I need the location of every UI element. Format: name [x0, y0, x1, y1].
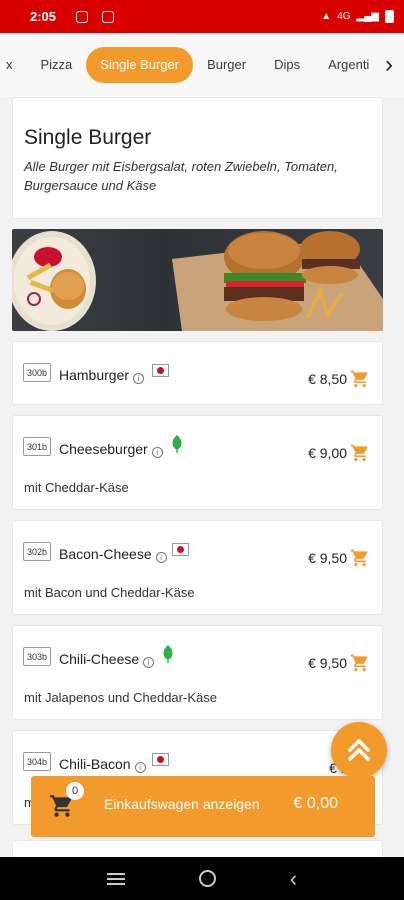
back-icon[interactable]: ‹ [290, 867, 297, 889]
leaf-icon [172, 435, 182, 453]
battery-icon [385, 10, 394, 23]
add-to-cart-icon[interactable] [350, 548, 370, 568]
item-code: 300b [23, 363, 52, 382]
chevron-right-icon[interactable]: › [374, 33, 404, 97]
add-to-cart-icon[interactable] [350, 443, 370, 463]
section-description: Alle Burger mit Eisbergsalat, roten Zwie… [24, 159, 338, 193]
tab-burger[interactable]: Burger [193, 47, 260, 83]
network-type: 4G [337, 11, 351, 22]
cart-total: € 0,00 [293, 795, 338, 812]
japan-flag-icon [172, 543, 189, 556]
menu-item-bacon-cheese[interactable]: 302b Bacon-Cheese i € 9,50 mit Bacon und … [12, 520, 383, 615]
item-code: 304b [23, 752, 52, 771]
home-icon[interactable] [198, 870, 216, 887]
system-nav-bar: ‹ [0, 857, 404, 900]
item-price: € 8,50 [308, 371, 347, 387]
view-cart-button[interactable]: 0 Einkaufswagen anzeigen € 0,00 [31, 776, 375, 837]
double-chevron-up-icon [348, 739, 370, 761]
status-time: 2:05 [30, 9, 57, 24]
signal-icon: ▂▄▆ [356, 11, 379, 22]
item-name: Chili-Cheese i [59, 651, 155, 668]
item-name: Cheeseburger i [59, 441, 163, 458]
item-name: Bacon-Cheese i [59, 546, 167, 563]
tab-pizza[interactable]: Pizza [27, 47, 87, 83]
info-icon[interactable]: i [134, 762, 146, 773]
status-bar: 2:05 ▲ 4G ▂▄▆ [0, 0, 404, 33]
section-title: Single Burger [24, 126, 152, 149]
notification-icon [76, 10, 89, 23]
menu-item-cheeseburger[interactable]: 301b Cheeseburger i € 9,00 mit Cheddar-Kä… [12, 415, 383, 510]
tab-argentinian[interactable]: Argenti [314, 47, 383, 83]
info-icon[interactable]: i [133, 373, 145, 384]
menu-item-hamburger[interactable]: 300b Hamburger i € 8,50 [12, 341, 383, 405]
app-screen: 2:05 ▲ 4G ▂▄▆ x Pizza Single Burger Burg… [0, 0, 404, 900]
tab-category[interactable]: x [0, 47, 27, 83]
menu-item-chili-cheese[interactable]: 303b Chili-Cheese i € 9,50 mit Jalapenos … [12, 625, 383, 720]
leaf-icon [163, 645, 173, 663]
item-code: 302b [23, 542, 52, 561]
item-description: mit Bacon und Cheddar-Käse [24, 585, 195, 600]
cart-count-badge: 0 [66, 782, 84, 800]
item-code: 303b [23, 647, 52, 666]
burger-banner-image [12, 229, 383, 331]
add-to-cart-icon[interactable] [350, 653, 370, 673]
scroll-to-top-button[interactable] [331, 722, 387, 778]
cart-label: Einkaufswagen anzeigen [104, 796, 260, 812]
item-description: mit Cheddar-Käse [24, 480, 129, 495]
add-to-cart-icon[interactable] [350, 369, 370, 389]
wifi-icon: ▲ [321, 11, 332, 22]
tab-dips[interactable]: Dips [260, 47, 314, 83]
info-icon[interactable]: i [155, 552, 167, 563]
item-name: Chili-Bacon i [59, 756, 146, 773]
japan-flag-icon [152, 753, 169, 766]
menu-item-partial[interactable] [12, 840, 383, 857]
recent-apps-icon[interactable] [106, 872, 125, 885]
shield-icon [102, 10, 115, 23]
japan-flag-icon [152, 364, 169, 377]
category-tabs: x Pizza Single Burger Burger Dips Argent… [0, 47, 383, 83]
item-code: 301b [23, 437, 52, 456]
item-price: € 9,00 [308, 445, 347, 461]
category-bar: x Pizza Single Burger Burger Dips Argent… [0, 33, 404, 97]
info-icon[interactable]: i [151, 447, 163, 458]
item-name: Hamburger i [59, 367, 145, 384]
item-price: € 9,50 [308, 655, 347, 671]
section-header: Single Burger Alle Burger mit Eisbergsal… [12, 97, 383, 219]
item-description: mit Jalapenos und Cheddar-Käse [24, 690, 217, 705]
info-icon[interactable]: i [143, 657, 155, 668]
item-price: € 9,50 [308, 550, 347, 566]
tab-single-burger[interactable]: Single Burger [86, 47, 194, 83]
status-indicators: ▲ 4G ▂▄▆ [321, 10, 394, 23]
